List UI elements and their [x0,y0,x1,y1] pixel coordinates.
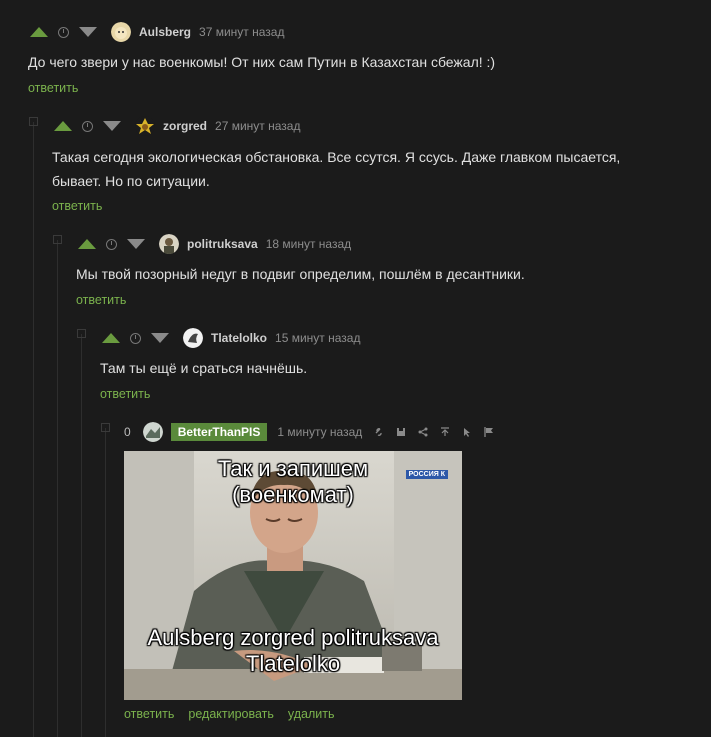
comment-text: До чего звери у нас военкомы! От них сам… [28,54,496,70]
avatar[interactable] [135,116,155,136]
downvote-icon[interactable] [79,27,97,37]
clock-icon[interactable] [58,26,69,38]
reply-link[interactable]: ответить [124,707,174,721]
collapse-toggle[interactable] [29,117,38,126]
flag-icon[interactable] [484,427,494,437]
upvote-icon[interactable] [30,27,48,37]
reply-link[interactable]: ответить [76,293,126,307]
clock-icon[interactable] [106,238,117,250]
upvote-icon[interactable] [54,121,72,131]
comment-header: politruksava 18 минут назад [78,232,351,256]
downvote-icon[interactable] [127,239,145,249]
thread-line [33,122,34,737]
avatar[interactable] [183,328,203,348]
own-author-badge[interactable]: BetterThanPIS [170,423,268,441]
meme-caption-bottom: Aulsberg zorgred politruksava [147,625,439,650]
comment-author[interactable]: zorgred [163,119,207,133]
comment-time[interactable]: 27 минут назад [215,119,300,133]
collapse-toggle[interactable] [77,329,86,338]
avatar[interactable] [111,22,131,42]
reply-link[interactable]: ответить [28,81,78,95]
comment-header: Tlatelolko 15 минут назад [102,326,360,350]
comment-header: zorgred 27 минут назад [54,114,300,138]
reply-link[interactable]: ответить [100,387,150,401]
delete-link[interactable]: удалить [288,707,335,721]
share-icon[interactable] [418,427,428,437]
comment-text-line: Такая сегодня экологическая обстановка. … [52,149,621,165]
meme-image[interactable]: РОССИЯ К Так и запишем (военкомат) Aulsb… [124,451,462,700]
meme-caption-top: (военкомат) [232,482,354,507]
edit-link[interactable]: редактировать [188,707,274,721]
save-icon[interactable] [396,427,406,437]
avatar[interactable] [159,234,179,254]
clock-icon[interactable] [130,332,141,344]
comment-text-line: бывает. Но по ситуации. [52,173,210,189]
thread-line [105,428,106,737]
downvote-icon[interactable] [151,333,169,343]
collapse-toggle[interactable] [101,423,110,432]
cursor-icon[interactable] [462,427,472,437]
upvote-icon[interactable] [78,239,96,249]
downvote-icon[interactable] [103,121,121,131]
comment-author[interactable]: Tlatelolko [211,331,267,345]
comment-rating: 0 [124,425,131,439]
comment-time[interactable]: 18 минут назад [266,237,351,251]
comment-time[interactable]: 15 минут назад [275,331,360,345]
comment-header: 0 BetterThanPIS 1 минуту назад [124,420,494,444]
link-icon[interactable] [374,427,384,437]
thread-line [57,240,58,737]
comment-text: Мы твой позорный недуг в подвиг определи… [76,266,525,282]
thread-line [81,334,82,737]
comment-header: Aulsberg 37 минут назад [30,20,284,44]
upvote-icon[interactable] [102,333,120,343]
meme-caption-bottom: Tlatelolko [245,651,341,676]
comment-author[interactable]: Aulsberg [139,25,191,39]
comment-time[interactable]: 37 минут назад [199,25,284,39]
comment-actions: ответить редактировать удалить [124,707,335,721]
comment-author[interactable]: politruksava [187,237,258,251]
comment-time[interactable]: 1 минуту назад [277,425,362,439]
reply-link[interactable]: ответить [52,199,102,213]
collapse-toggle[interactable] [53,235,62,244]
clock-icon[interactable] [82,120,93,132]
meme-caption-top: Так и запишем [217,456,369,481]
arrow-up-icon[interactable] [440,427,450,437]
avatar[interactable] [142,422,163,442]
comment-text: Там ты ещё и сраться начнёшь. [100,360,308,376]
